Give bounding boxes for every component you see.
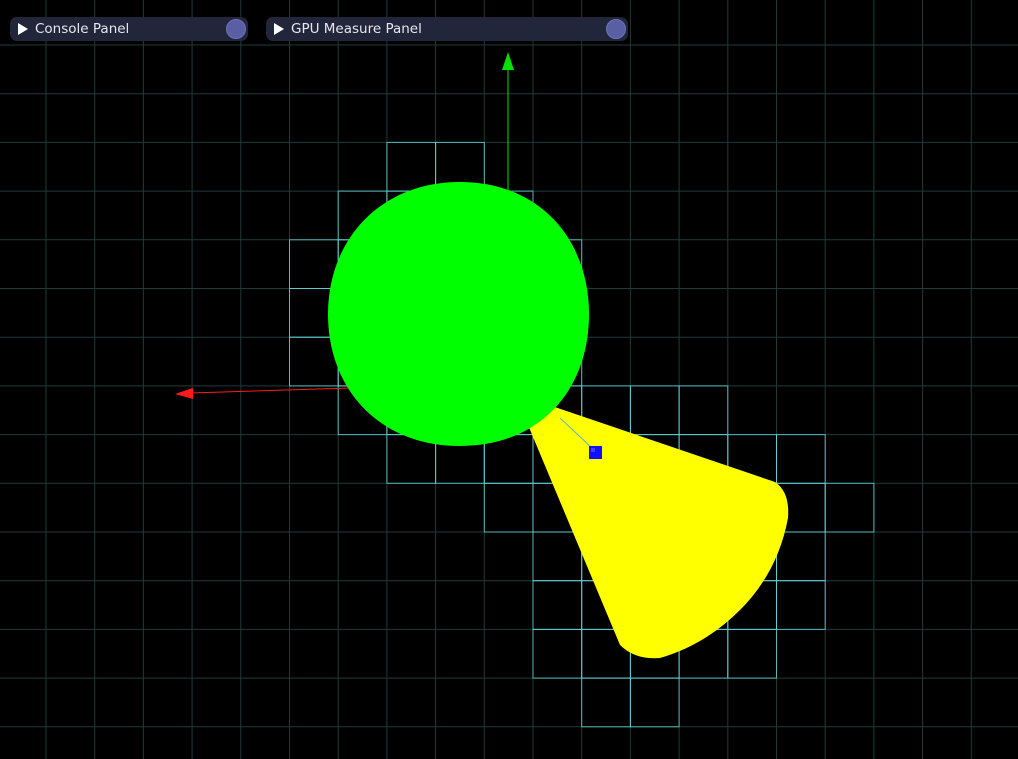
light-marker-highlight	[591, 448, 595, 452]
circle-knob-icon[interactable]	[226, 19, 246, 39]
triangle-right-icon[interactable]	[274, 23, 284, 35]
highlighted-cell	[289, 239, 339, 290]
console-panel-header[interactable]: Console Panel	[10, 17, 248, 41]
triangle-right-icon[interactable]	[18, 23, 28, 35]
highlighted-cell	[629, 677, 680, 728]
highlighted-cell	[532, 580, 583, 630]
highlighted-cell	[581, 677, 631, 728]
highlighted-cell	[824, 482, 875, 533]
highlighted-cell	[776, 531, 826, 582]
sphere-shape[interactable]	[328, 182, 589, 446]
x-axis-arrowhead	[175, 388, 193, 399]
console-panel-label: Console Panel	[35, 21, 130, 37]
scene-canvas[interactable]	[0, 0, 1018, 759]
highlighted-cell	[776, 434, 826, 484]
gpu-measure-panel-label: GPU Measure Panel	[291, 21, 422, 37]
highlighted-cell	[483, 482, 534, 533]
3d-viewport[interactable]: Console Panel GPU Measure Panel	[0, 0, 1018, 759]
circle-knob-icon[interactable]	[606, 19, 626, 39]
x-axis-line	[189, 387, 351, 394]
highlighted-cell	[532, 628, 583, 679]
highlighted-cell	[776, 580, 826, 630]
highlighted-cell	[727, 628, 777, 679]
gpu-measure-panel-header[interactable]: GPU Measure Panel	[266, 17, 628, 41]
y-axis-arrowhead	[502, 52, 514, 70]
highlighted-cell	[629, 385, 680, 436]
light-marker[interactable]	[589, 446, 602, 459]
highlighted-cell	[386, 141, 437, 192]
highlighted-cell	[678, 385, 729, 436]
cone-shape[interactable]	[528, 402, 789, 659]
highlighted-cell	[532, 531, 583, 582]
highlighted-cell	[289, 336, 339, 387]
